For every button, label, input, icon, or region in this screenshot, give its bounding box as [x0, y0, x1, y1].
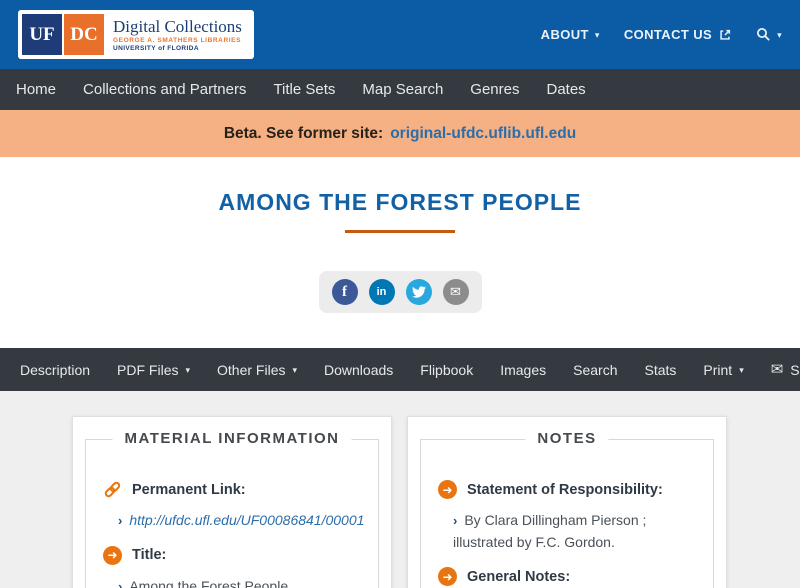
statement-of-responsibility-value-row: › By Clara Dillingham Pierson ; illustrat… [453, 510, 696, 553]
general-notes-label: General Notes: [467, 568, 571, 585]
nav-item-map-search[interactable]: Map Search [362, 81, 443, 98]
email-share-icon[interactable]: ✉ [442, 279, 469, 305]
title-value: Among the Forest People [129, 577, 289, 588]
arrow-circle-icon: ➜ [103, 545, 122, 565]
toolbar-stats[interactable]: Stats [644, 362, 676, 378]
linkedin-share-icon[interactable]: in [368, 279, 395, 305]
print-label: Print [703, 361, 733, 378]
title-underline [345, 230, 455, 233]
chevron-down-icon: ▾ [594, 30, 600, 40]
permanent-link-label-row: Permanent Link: [103, 480, 361, 499]
page-title: AMONG THE FOREST PEOPLE [218, 189, 582, 215]
site-header: UF DC Digital Collections GEORGE A. SMAT… [0, 0, 800, 69]
toolbar-downloads[interactable]: Downloads [324, 362, 393, 378]
content-area: MATERIAL INFORMATION Permanent Link: › ht… [0, 391, 800, 588]
about-label: ABOUT [540, 27, 589, 42]
nav-item-collections-and-partners[interactable]: Collections and Partners [83, 81, 246, 98]
logo-title: Digital Collections [113, 16, 242, 36]
chevron-down-icon: ▾ [292, 365, 298, 375]
send-label: Send [790, 361, 800, 378]
link-icon [103, 480, 122, 499]
material-information-title: MATERIAL INFORMATION [112, 430, 352, 447]
nav-item-title-sets[interactable]: Title Sets [273, 81, 335, 98]
toolbar-description[interactable]: Description [20, 362, 90, 378]
nav-item-home[interactable]: Home [16, 81, 56, 98]
toolbar-pdf-files-menu[interactable]: PDF Files ▾ [117, 362, 190, 378]
panel-notes: NOTES ➜ Statement of Responsibility: › By… [407, 416, 727, 588]
chevron-down-icon: ▾ [185, 365, 191, 375]
title-value-row: › Among the Forest People [118, 576, 361, 588]
header-nav: ABOUT ▾ CONTACT US ▾ [541, 27, 782, 42]
beta-banner: Beta. See former site: original-ufdc.ufl… [0, 110, 800, 157]
hero-section: AMONG THE FOREST PEOPLE f in ✉ [0, 157, 800, 313]
chevron-down-icon: ▾ [739, 365, 744, 375]
chevron-right-icon: › [118, 513, 123, 528]
social-share-bar: f in ✉ [318, 271, 482, 313]
permanent-link-value-row: › http://ufdc.ufl.edu/UF00086841/00001 [118, 510, 364, 532]
toolbar-print-menu[interactable]: Print ▾ [703, 362, 743, 378]
statement-of-responsibility-value: By Clara Dillingham Pierson ; illustrate… [453, 512, 647, 550]
toolbar-other-files-menu[interactable]: Other Files ▾ [217, 362, 297, 378]
logo-text: Digital Collections GEORGE A. SMATHERS L… [113, 17, 242, 52]
notes-title: NOTES [525, 430, 609, 447]
nav-item-genres[interactable]: Genres [470, 81, 519, 98]
notes-fieldset: NOTES ➜ Statement of Responsibility: › By… [420, 430, 714, 588]
external-link-icon [718, 28, 732, 42]
logo-subtitle-university: UNIVERSITY of FLORIDA [113, 44, 199, 52]
statement-of-responsibility-label-row: ➜ Statement of Responsibility: [438, 480, 696, 499]
permanent-link-label: Permanent Link: [132, 481, 246, 498]
toolbar-images[interactable]: Images [500, 362, 546, 378]
contact-us-link[interactable]: CONTACT US [624, 27, 732, 42]
permanent-link-url[interactable]: http://ufdc.ufl.edu/UF00086841/00001 [129, 512, 364, 528]
contact-us-label: CONTACT US [623, 27, 713, 42]
toolbar-flipbook[interactable]: Flipbook [420, 362, 473, 378]
material-information-fieldset: MATERIAL INFORMATION Permanent Link: › ht… [85, 430, 379, 588]
ufdc-logo[interactable]: UF DC Digital Collections GEORGE A. SMAT… [18, 10, 254, 59]
envelope-icon: ✉ [770, 361, 784, 378]
chevron-right-icon: › [453, 513, 458, 528]
twitter-share-icon[interactable] [405, 279, 432, 305]
chevron-right-icon: › [118, 578, 123, 588]
former-site-link[interactable]: original-ufdc.uflib.ufl.edu [390, 125, 576, 143]
toolbar-send[interactable]: ✉ Send [771, 362, 800, 378]
item-toolbar: Description PDF Files ▾ Other Files ▾ Do… [0, 348, 800, 391]
ufdc-logo-squares: UF DC [22, 14, 104, 55]
search-menu[interactable]: ▾ [756, 27, 782, 42]
logo-subtitle-libraries: GEORGE A. SMATHERS LIBRARIES [113, 37, 242, 45]
statement-of-responsibility-label: Statement of Responsibility: [467, 481, 663, 498]
arrow-circle-icon: ➜ [438, 480, 457, 499]
chevron-down-icon: ▾ [777, 30, 782, 40]
title-label: Title: [132, 547, 167, 564]
toolbar-search[interactable]: Search [573, 362, 617, 378]
general-notes-label-row: ➜ General Notes: [438, 567, 696, 587]
nav-item-dates[interactable]: Dates [546, 81, 585, 98]
toolbar-right-group: Stats Print ▾ ✉ Send [644, 362, 800, 378]
search-icon [756, 27, 771, 42]
other-files-label: Other Files [217, 361, 286, 378]
facebook-share-icon[interactable]: f [331, 279, 358, 305]
pdf-files-label: PDF Files [117, 361, 179, 378]
panel-material-information: MATERIAL INFORMATION Permanent Link: › ht… [72, 416, 392, 588]
about-menu[interactable]: ABOUT ▾ [541, 27, 600, 42]
main-navbar: Home Collections and Partners Title Sets… [0, 69, 800, 110]
dc-logo-square: DC [64, 14, 104, 55]
title-label-row: ➜ Title: [103, 545, 361, 565]
uf-logo-square: UF [22, 14, 62, 55]
arrow-circle-icon: ➜ [438, 567, 457, 587]
beta-banner-text: Beta. See former site: [223, 124, 384, 142]
